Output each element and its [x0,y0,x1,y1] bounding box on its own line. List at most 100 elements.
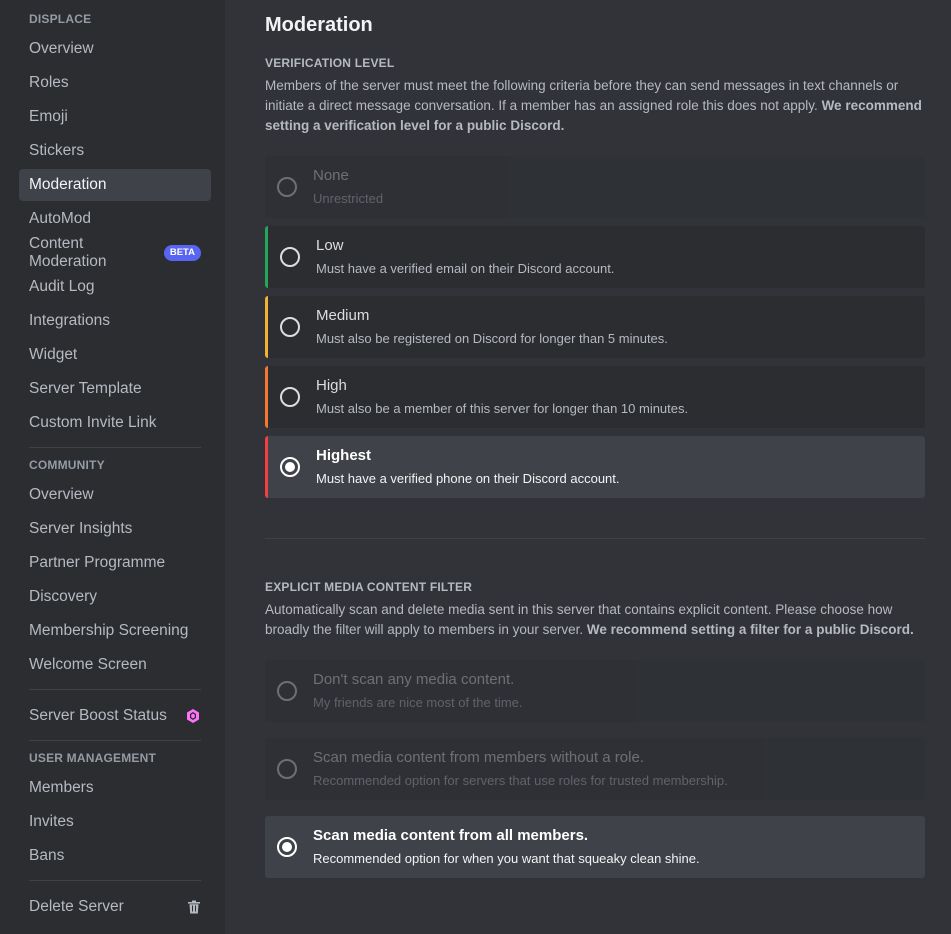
sidebar-item-audit-log[interactable]: Audit Log [19,271,211,303]
option-subtitle: Must have a verified email on their Disc… [316,261,615,276]
option-subtitle: Recommended option for when you want tha… [313,851,700,866]
section-divider [265,538,925,539]
user-management-section-header: USER MANAGEMENT [29,751,157,765]
beta-badge: BETA [163,245,201,261]
filter-option-don-t-scan-any-media-content: Don't scan any media content. My friends … [265,660,925,722]
sidebar-item-label: Overview [29,486,94,503]
sidebar-item-label: Widget [29,346,78,363]
sidebar-divider [29,447,201,448]
sidebar-item-label: Integrations [29,312,110,329]
option-text: Don't scan any media content. My friends … [313,670,523,712]
sidebar-item-label: Bans [29,847,65,864]
verification-option-high[interactable]: High Must also be a member of this server… [265,366,925,428]
sidebar-item-server-boost-status[interactable]: Server Boost Status [19,700,211,732]
sidebar-item-label: Moderation [29,176,107,193]
radio-button [277,759,297,779]
sidebar-item-emoji[interactable]: Emoji [19,101,211,133]
sidebar-item-community-partner-programme[interactable]: Partner Programme [19,547,211,579]
option-title: None [313,167,349,184]
filter-option-scan-media-content-from-members-without-a-role: Scan media content from members without … [265,738,925,800]
sidebar-item-community-discovery[interactable]: Discovery [19,581,211,613]
sidebar-item-overview[interactable]: Overview [19,33,211,65]
verification-level-description: Members of the server must meet the foll… [265,76,925,136]
boost-gem-icon [187,709,199,723]
sidebar-item-label: Emoji [29,108,68,125]
sidebar-item-roles[interactable]: Roles [19,67,211,99]
server-section-header: DISPLACE [29,12,92,26]
sidebar-item-label: Welcome Screen [29,656,147,673]
verification-level-section: VERIFICATION LEVEL Members of the server… [265,55,925,498]
description-recommendation: We recommend setting a filter for a publ… [586,622,914,637]
sidebar-item-label: Audit Log [29,278,95,295]
sidebar-item-integrations[interactable]: Integrations [19,305,211,337]
option-subtitle: My friends are nice most of the time. [313,695,523,710]
sidebar-item-label: Custom Invite Link [29,414,157,431]
sidebar-item-label: Members [29,779,94,796]
sidebar-item-community-membership-screening[interactable]: Membership Screening [19,615,211,647]
sidebar-item-moderation[interactable]: Moderation [19,169,211,201]
verification-option-none: None Unrestricted [265,156,925,218]
option-text: None Unrestricted [313,166,383,208]
option-text: High Must also be a member of this server… [316,376,688,418]
sidebar-item-stickers[interactable]: Stickers [19,135,211,167]
sidebar-divider [29,689,201,690]
sidebar-item-label: Membership Screening [29,622,189,639]
radio-button [277,177,297,197]
radio-button[interactable] [277,837,297,857]
sidebar-item-widget[interactable]: Widget [19,339,211,371]
radio-button [277,681,297,701]
sidebar-item-community-server-insights[interactable]: Server Insights [19,513,211,545]
sidebar-item-community-welcome-screen[interactable]: Welcome Screen [19,649,211,681]
sidebar-divider [29,740,201,741]
sidebar-item-label: Roles [29,74,69,91]
verification-level-header: VERIFICATION LEVEL [265,56,395,70]
sidebar-item-automod[interactable]: AutoMod [19,203,211,235]
explicit-media-filter-description: Automatically scan and delete media sent… [265,600,925,640]
option-subtitle: Recommended option for servers that use … [313,773,728,788]
option-text: Medium Must also be registered on Discord… [316,306,668,348]
option-text: Low Must have a verified email on their D… [316,236,614,278]
sidebar-item-delete-server[interactable]: Delete Server [19,891,211,923]
option-title: Scan media content from all members. [313,827,589,844]
option-title: High [316,377,347,394]
sidebar-item-community-overview[interactable]: Overview [19,479,211,511]
community-section-header: COMMUNITY [29,458,105,472]
option-title: Highest [316,447,372,464]
radio-button[interactable] [280,247,300,267]
sidebar-item-custom-invite-link[interactable]: Custom Invite Link [19,407,211,439]
explicit-media-filter-section: EXPLICIT MEDIA CONTENT FILTER Automatica… [265,579,925,878]
option-subtitle: Unrestricted [313,191,384,206]
option-subtitle: Must also be registered on Discord for l… [316,331,668,346]
verification-option-highest[interactable]: Highest Must have a verified phone on the… [265,436,925,498]
option-text: Scan media content from members without … [313,748,728,790]
verification-option-medium[interactable]: Medium Must also be registered on Discord… [265,296,925,358]
sidebar-item-label: Overview [29,40,94,57]
sidebar-item-members[interactable]: Members [19,772,211,804]
option-title: Scan media content from members without … [313,749,644,766]
verification-option-low[interactable]: Low Must have a verified email on their D… [265,226,925,288]
settings-window: DISPLACE Overview Roles Emoji Stickers Moder… [0,0,951,934]
description-text: Members of the server must meet the foll… [265,78,899,113]
sidebar-item-invites[interactable]: Invites [19,806,211,838]
sidebar-item-label: Content Moderation [29,235,107,270]
radio-button[interactable] [280,387,300,407]
option-title: Don't scan any media content. [313,671,515,688]
sidebar-item-label: Server Boost Status [29,707,167,724]
sidebar-item-label: Server Template [29,380,142,397]
option-subtitle: Must also be a member of this server for… [316,401,689,416]
radio-button[interactable] [280,457,300,477]
sidebar-item-label: Discovery [29,588,98,605]
trash-icon [188,900,200,914]
sidebar-item-server-template[interactable]: Server Template [19,373,211,405]
option-subtitle: Must have a verified phone on their Disc… [316,471,620,486]
sidebar-item-bans[interactable]: Bans [19,840,211,872]
settings-content: Moderation VERIFICATION LEVEL Members of… [225,0,951,934]
radio-button[interactable] [280,317,300,337]
option-text: Scan media content from all members. Reco… [313,826,700,868]
option-title: Low [316,237,344,254]
sidebar-item-content-moderation[interactable]: Content Moderation BETA [19,235,211,270]
sidebar-item-label: Server Insights [29,520,133,537]
option-text: Highest Must have a verified phone on the… [316,446,620,488]
filter-option-scan-media-content-from-all-members[interactable]: Scan media content from all members. Reco… [265,816,925,878]
settings-sidebar: DISPLACE Overview Roles Emoji Stickers Moder… [0,0,225,934]
